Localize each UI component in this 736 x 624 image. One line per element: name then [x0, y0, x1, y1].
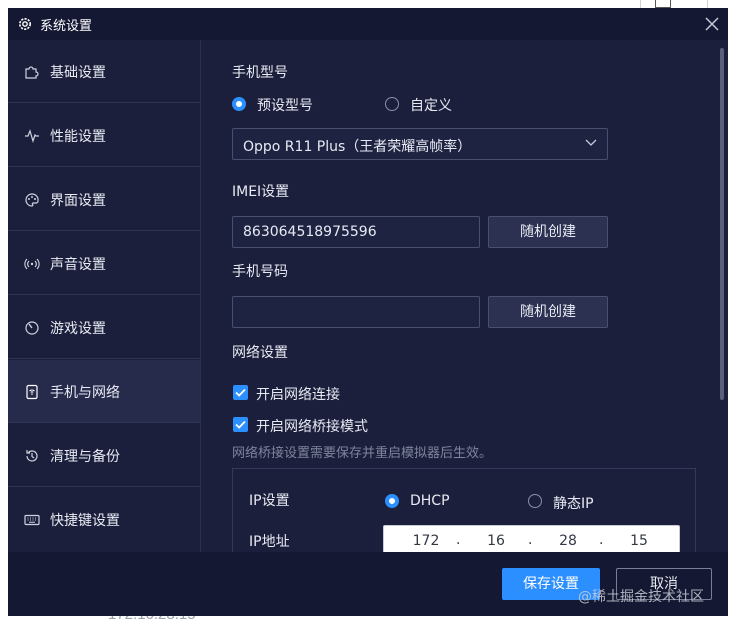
phone-model-value: Oppo R11 Plus（王者荣耀高帧率）	[243, 139, 472, 155]
palette-icon	[25, 193, 39, 207]
content-scrollbar[interactable]	[720, 48, 724, 400]
sidebar-item-sound[interactable]: 声音设置	[8, 232, 200, 295]
phone-number-random-button[interactable]: 随机创建	[488, 296, 608, 328]
phone-wifi-icon	[26, 384, 38, 400]
sidebar-item-label: 游戏设置	[50, 321, 106, 337]
static-ip-radio[interactable]	[528, 494, 542, 508]
phone-model-title: 手机型号	[232, 65, 288, 81]
bridge-settings-box: IP设置 DHCP 静态IP IP地址 172 . 16 . 28 . 15	[232, 468, 696, 552]
history-icon	[26, 450, 38, 462]
puzzle-icon	[25, 66, 39, 79]
dialog-footer: 保存设置 取消	[8, 552, 728, 616]
gauge-icon	[25, 321, 39, 335]
sound-icon	[24, 258, 40, 270]
enable-network-checkbox[interactable]	[233, 385, 248, 400]
sidebar-item-label: 性能设置	[50, 129, 106, 145]
chevron-down-icon	[585, 139, 597, 146]
static-ip-label: 静态IP	[553, 496, 594, 512]
ip-address-label: IP地址	[249, 534, 290, 550]
sidebar-item-label: 清理与备份	[50, 449, 120, 465]
imei-value: 863064518975596	[243, 224, 377, 240]
background-divider	[707, 0, 708, 8]
keyboard-icon	[24, 514, 40, 526]
check-icon	[235, 420, 246, 429]
sidebar-item-basic[interactable]: 基础设置	[8, 40, 200, 103]
check-icon	[235, 388, 246, 397]
ip-dot: .	[456, 532, 461, 548]
sidebar-item-label: 界面设置	[50, 193, 106, 209]
gear-icon	[19, 18, 31, 30]
phone-model-select[interactable]: Oppo R11 Plus（王者荣耀高帧率）	[232, 128, 608, 160]
network-title: 网络设置	[232, 345, 288, 361]
sidebar: 基础设置 性能设置 界面设置 声音设置 游戏设置 手机与网络 清理与备份 快捷键…	[8, 40, 200, 552]
ip-octet-3[interactable]: 28	[548, 533, 588, 549]
phone-number-title: 手机号码	[232, 264, 288, 280]
sidebar-item-interface[interactable]: 界面设置	[8, 168, 200, 231]
ip-address-input[interactable]: 172 . 16 . 28 . 15	[383, 525, 680, 552]
bridge-mode-label: 开启网络桥接模式	[256, 419, 368, 435]
sidebar-item-game[interactable]: 游戏设置	[8, 296, 200, 359]
ip-octet-2[interactable]: 16	[476, 533, 516, 549]
preset-model-label: 预设型号	[257, 98, 313, 114]
ip-octet-4[interactable]: 15	[619, 533, 659, 549]
sidebar-item-performance[interactable]: 性能设置	[8, 104, 200, 167]
dhcp-label: DHCP	[410, 493, 450, 509]
preset-model-radio[interactable]	[232, 97, 246, 111]
sidebar-item-label: 手机与网络	[50, 385, 120, 401]
custom-model-label: 自定义	[410, 98, 452, 114]
pulse-icon	[25, 129, 39, 143]
imei-input[interactable]: 863064518975596	[232, 216, 480, 248]
close-icon[interactable]	[702, 14, 722, 34]
sidebar-item-label: 快捷键设置	[50, 513, 120, 529]
sidebar-item-cleanup-backup[interactable]: 清理与备份	[8, 424, 200, 487]
ip-octet-1[interactable]: 172	[406, 533, 446, 549]
sidebar-item-label: 声音设置	[50, 257, 106, 273]
window-title: 系统设置	[40, 19, 93, 34]
sidebar-item-phone-network[interactable]: 手机与网络	[8, 360, 200, 423]
imei-title: IMEI设置	[232, 184, 290, 200]
bridge-mode-checkbox[interactable]	[233, 417, 248, 432]
background-window-icon	[655, 0, 671, 8]
phone-number-input[interactable]	[232, 296, 480, 328]
settings-dialog: 系统设置 基础设置 性能设置 界面设置 声音设置 游戏设置 手机与网络 清理与备…	[8, 8, 728, 616]
dhcp-radio[interactable]	[385, 494, 399, 508]
ip-dot: .	[599, 532, 604, 548]
enable-network-label: 开启网络连接	[256, 387, 340, 403]
background-divider	[640, 0, 641, 8]
sidebar-item-shortcuts[interactable]: 快捷键设置	[8, 488, 200, 551]
settings-content: 手机型号 预设型号 自定义 Oppo R11 Plus（王者荣耀高帧率） IME…	[201, 40, 728, 552]
custom-model-radio[interactable]	[385, 97, 399, 111]
imei-random-button[interactable]: 随机创建	[488, 216, 608, 248]
bridge-hint: 网络桥接设置需要保存并重启模拟器后生效。	[232, 446, 493, 461]
title-bar[interactable]: 系统设置	[8, 8, 728, 40]
ip-dot: .	[528, 532, 533, 548]
ip-settings-label: IP设置	[249, 493, 290, 509]
watermark: @稀土掘金技术社区	[578, 589, 704, 605]
sidebar-item-label: 基础设置	[50, 65, 106, 81]
